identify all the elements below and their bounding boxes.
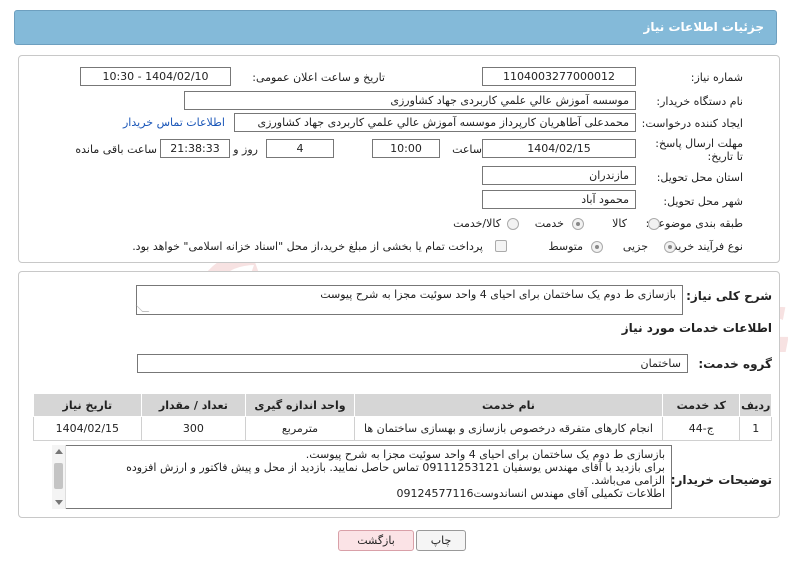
buyer-notes-line: بازسازی ط دوم یک ساختمان برای احیای 4 وا… [305,448,665,461]
services-table: ردیف کد خدمت نام خدمت واحد اندازه گیری ت… [33,393,772,441]
description-field[interactable]: بازسازی ط دوم یک ساختمان برای احیای 4 وا… [135,285,683,315]
description-text: بازسازی ط دوم یک ساختمان برای احیای 4 وا… [320,288,676,301]
print-button[interactable]: چاپ [416,530,466,551]
scroll-up-icon[interactable] [55,449,63,454]
creator-field[interactable]: محمدعلی آطاهریان کارپرداز موسسه آموزش عا… [234,113,636,132]
category-radio-service[interactable] [572,218,584,230]
col-unit: واحد اندازه گیری [245,393,355,417]
deadline-date-field[interactable]: 1404/02/15 [482,139,636,158]
description-label: شرح کلی نیاز: [686,289,772,303]
category-option-goods-service: کالا/خدمت [453,217,501,230]
buyer-org-field[interactable]: موسسه آموزش عالي علمي کاربردی جهاد کشاور… [184,91,636,110]
need-number-field[interactable]: 1104003277000012 [482,67,636,86]
service-group-label: گروه خدمت: [698,357,772,371]
city-field[interactable]: محمود آباد [482,190,636,209]
city-label: شهر محل تحویل: [663,195,743,208]
cell-unit: مترمربع [245,416,355,441]
scroll-thumb[interactable] [54,463,63,489]
buyer-contact-link[interactable]: اطلاعات تماس خریدار [123,116,225,129]
need-number-label: شماره نیاز: [690,71,743,84]
buyer-notes-scrollbar[interactable] [52,445,66,509]
page-title: جزئیات اطلاعات نیاز [643,20,764,34]
category-option-goods: کالا [612,217,627,230]
announce-datetime-label: تاریخ و ساعت اعلان عمومی: [252,71,385,84]
col-service-name: نام خدمت [353,393,664,417]
process-option-medium: متوسط [548,240,583,253]
table-row[interactable]: 1 ج-44 انجام کارهای متفرقه درخصوص بازساز… [33,416,772,441]
buyer-notes-label: توضیحات خریدار: [670,473,772,487]
remaining-days-field[interactable]: 4 [266,139,334,158]
process-option-minor: جزیی [622,240,648,253]
col-row: ردیف [739,393,772,417]
buyer-notes-field[interactable]: بازسازی ط دوم یک ساختمان برای احیای 4 وا… [52,445,672,509]
treasury-payment-checkbox[interactable] [495,240,507,252]
category-radio-goods[interactable] [648,218,660,230]
category-radio-goods-service[interactable] [507,218,519,230]
cell-service-name: انجام کارهای متفرقه درخصوص بازسازی و بهس… [353,416,664,441]
col-quantity: تعداد / مقدار [140,393,247,417]
category-label: طبقه بندی موضوعی: [645,217,743,230]
cell-need-date: 1404/02/15 [33,416,142,441]
creator-label: ایجاد کننده درخواست: [641,117,743,130]
cell-service-code: ج-44 [662,416,741,441]
process-radio-medium[interactable] [591,241,603,253]
service-group-field[interactable]: ساختمان [137,354,688,373]
services-section-title: اطلاعات خدمات مورد نیاز [621,321,772,335]
buyer-notes-line: اطلاعات تکمیلی آقای مهندس انساندوست09124… [396,487,665,500]
remaining-time-field[interactable]: 21:38:33 [160,139,230,158]
deadline-time-label: ساعت [452,143,482,156]
days-label: روز و [233,143,258,156]
province-label: استان محل تحویل: [656,171,743,184]
scroll-down-icon[interactable] [55,500,63,505]
buyer-notes-line: الزامی می‌باشد. [590,474,665,487]
process-type-label: نوع فرآیند خرید : [665,240,743,253]
cell-quantity: 300 [140,416,247,441]
deadline-label: مهلت ارسال پاسخ: تا تاریخ: [655,137,743,163]
announce-datetime-field[interactable]: 1404/02/10 - 10:30 [80,67,231,86]
province-field[interactable]: مازندران [482,166,636,185]
back-button[interactable]: بازگشت [338,530,414,551]
remaining-time-label: ساعت باقی مانده [75,143,157,156]
deadline-time-field[interactable]: 10:00 [372,139,440,158]
resize-handle-icon[interactable] [135,305,150,312]
col-need-date: تاریخ نیاز [33,393,142,417]
cell-row: 1 [739,416,772,441]
treasury-payment-note: پرداخت تمام یا بخشی از مبلغ خرید،از محل … [132,240,483,253]
page-header: جزئیات اطلاعات نیاز [14,10,777,45]
services-table-header: ردیف کد خدمت نام خدمت واحد اندازه گیری ت… [33,393,772,417]
col-service-code: کد خدمت [662,393,741,417]
buyer-org-label: نام دستگاه خریدار: [656,95,743,108]
category-option-service: خدمت [534,217,564,230]
buyer-notes-line: برای بازدید با آقای مهندس یوسفیان 091112… [126,461,665,474]
process-radio-minor[interactable] [664,241,676,253]
